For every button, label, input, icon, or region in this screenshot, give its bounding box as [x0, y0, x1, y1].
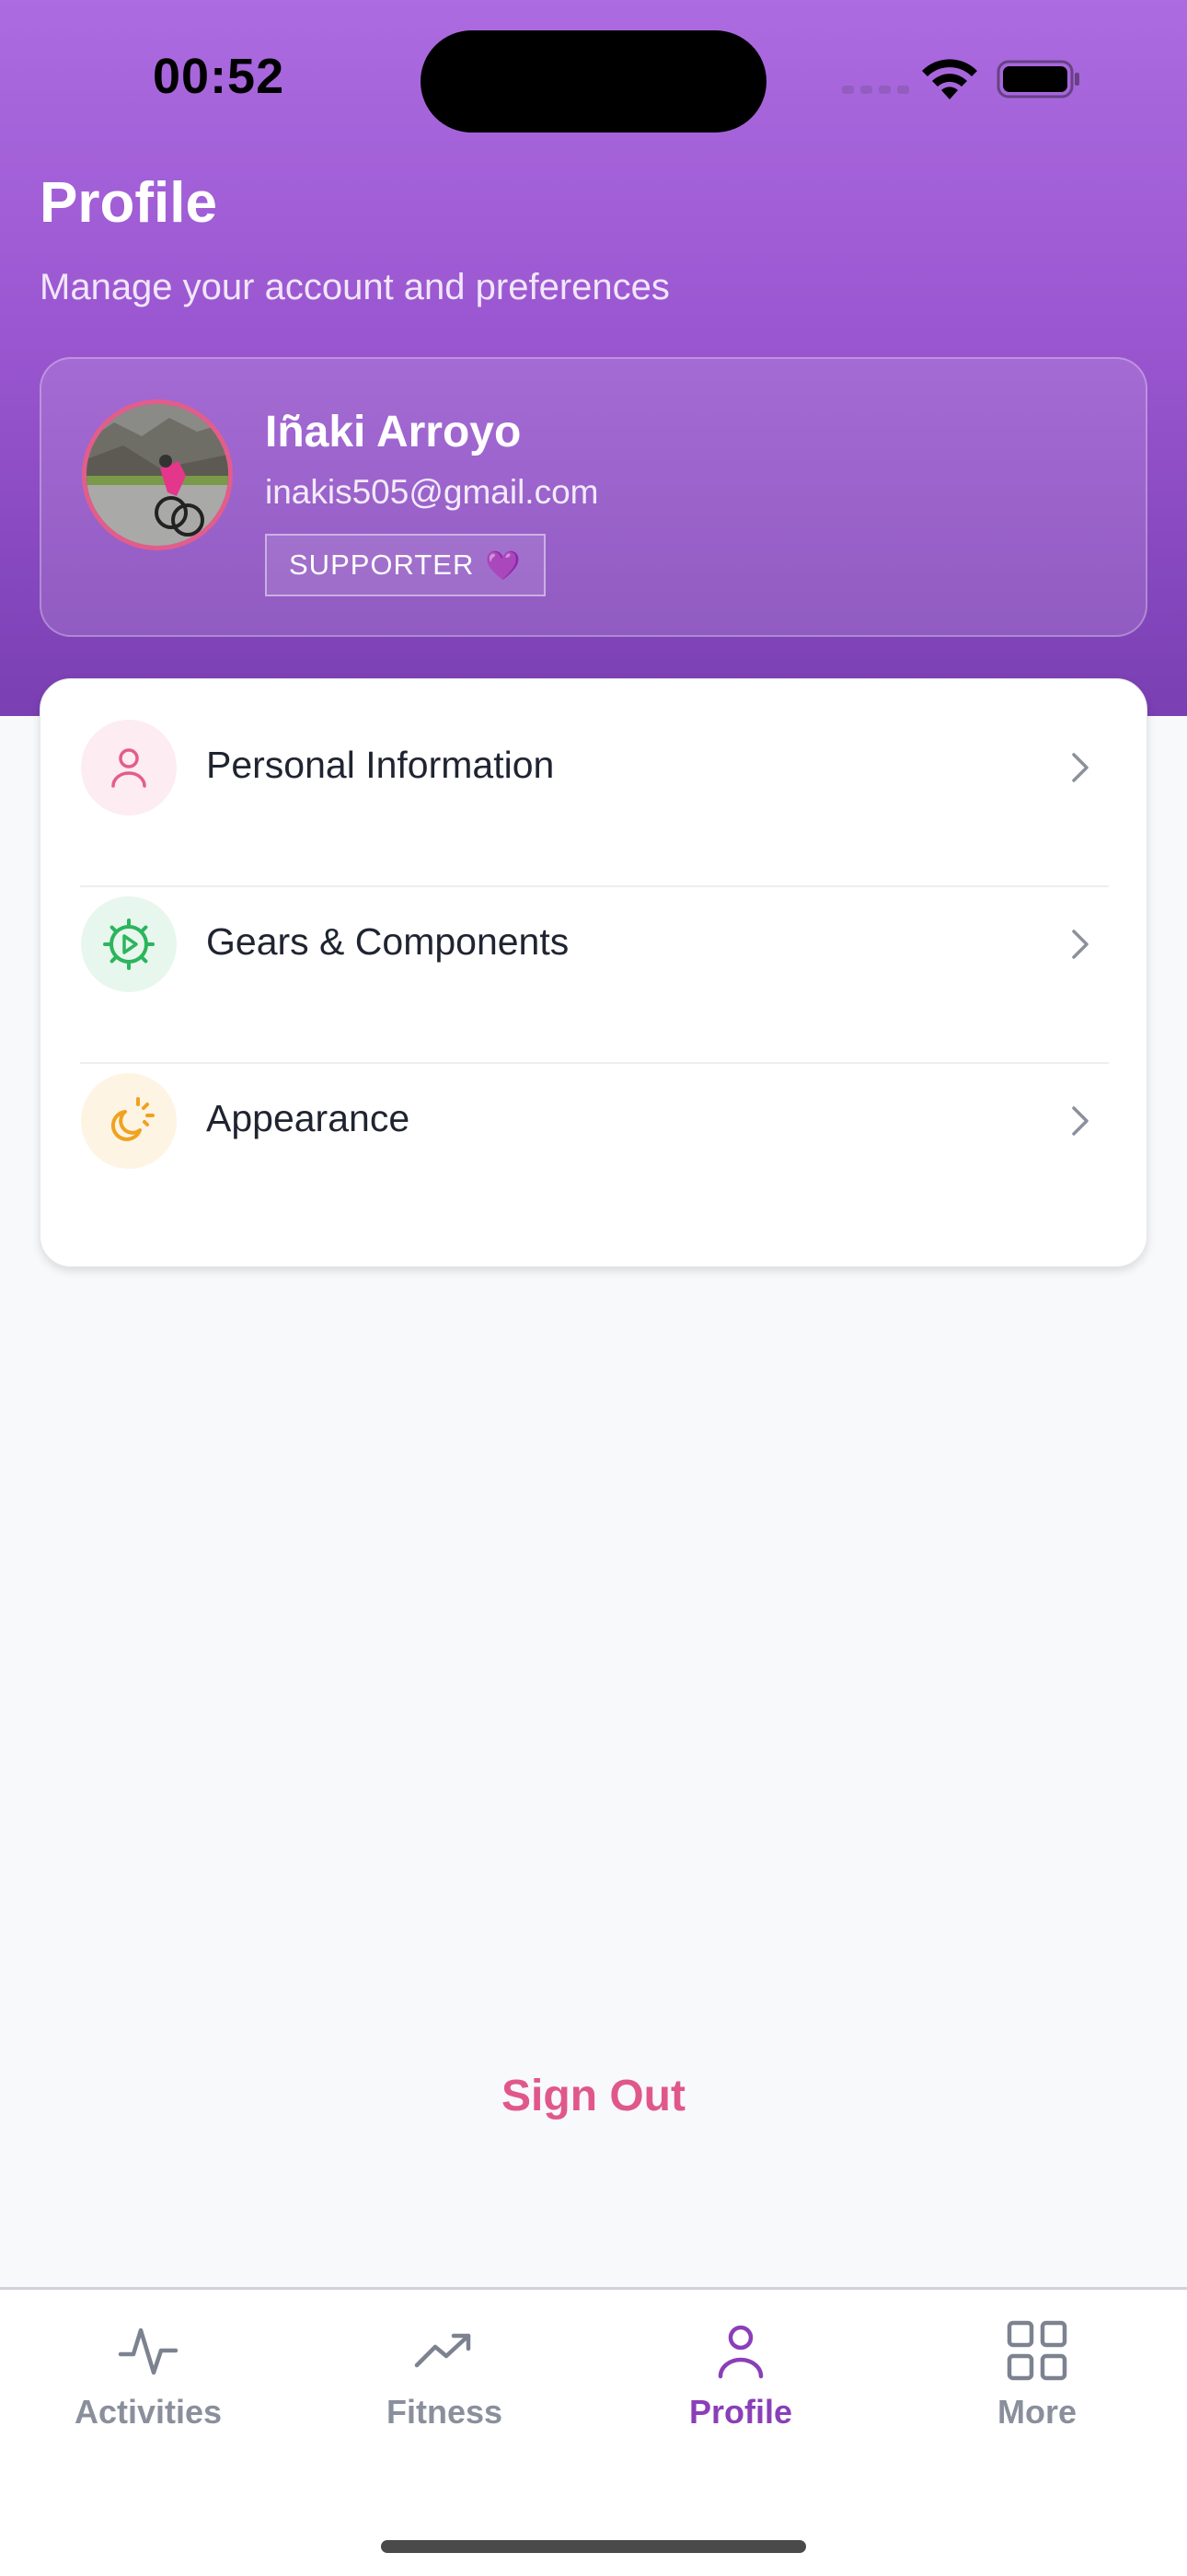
settings-menu: Personal Information Gears & Components [40, 678, 1147, 1267]
menu-item-label: Personal Information [206, 744, 555, 786]
home-indicator[interactable] [381, 2540, 806, 2553]
person-icon [718, 2325, 764, 2379]
chevron-right-icon [1072, 930, 1089, 959]
chevron-right-icon [1072, 1106, 1089, 1136]
tab-more[interactable]: More [889, 2317, 1185, 2455]
page-title: Profile [40, 171, 217, 235]
badge-label: SUPPORTER [289, 549, 475, 581]
tab-profile[interactable]: Profile [593, 2317, 889, 2455]
menu-item-appearance[interactable]: Appearance [40, 1033, 1148, 1209]
status-time: 00:52 [153, 49, 285, 104]
person-icon [81, 720, 177, 815]
tab-bar: Activities Fitness Profile More [0, 2287, 1187, 2576]
wifi-icon [922, 59, 977, 99]
purple-heart-icon: 💜 [485, 549, 522, 582]
trending-up-icon [414, 2333, 471, 2368]
grid-icon [1007, 2320, 1067, 2381]
moon-sun-icon [81, 1073, 177, 1169]
user-name: Iñaki Arroyo [265, 408, 522, 456]
tab-activities[interactable]: Activities [0, 2317, 296, 2455]
page-subtitle: Manage your account and preferences [40, 267, 670, 307]
menu-item-label: Appearance [206, 1097, 410, 1139]
profile-header: 00:52 Profile Manage your account and pr… [0, 0, 1187, 716]
avatar-photo [86, 404, 228, 546]
menu-item-gears-components[interactable]: Gears & Components [40, 856, 1148, 1033]
status-bar: 00:52 [0, 0, 1187, 166]
tab-label: Profile [688, 2393, 793, 2431]
tab-label: More [997, 2393, 1077, 2431]
tab-fitness[interactable]: Fitness [296, 2317, 593, 2455]
activity-pulse-icon [118, 2328, 179, 2375]
supporter-badge: SUPPORTER 💜 [265, 534, 546, 596]
user-email: inakis505@gmail.com [265, 473, 599, 511]
menu-item-label: Gears & Components [206, 920, 570, 963]
cellular-signal-icon [842, 86, 909, 94]
tab-label: Activities [74, 2393, 223, 2431]
sign-out-button[interactable]: Sign Out [0, 2071, 1187, 2121]
user-profile-card: Iñaki Arroyo inakis505@gmail.com SUPPORT… [40, 357, 1147, 637]
chevron-right-icon [1072, 753, 1089, 782]
menu-item-personal-information[interactable]: Personal Information [40, 679, 1148, 856]
avatar[interactable] [82, 399, 233, 550]
dynamic-island [421, 30, 766, 133]
battery-icon [997, 60, 1079, 98]
gear-play-icon [81, 896, 177, 992]
tab-label: Fitness [386, 2393, 503, 2431]
